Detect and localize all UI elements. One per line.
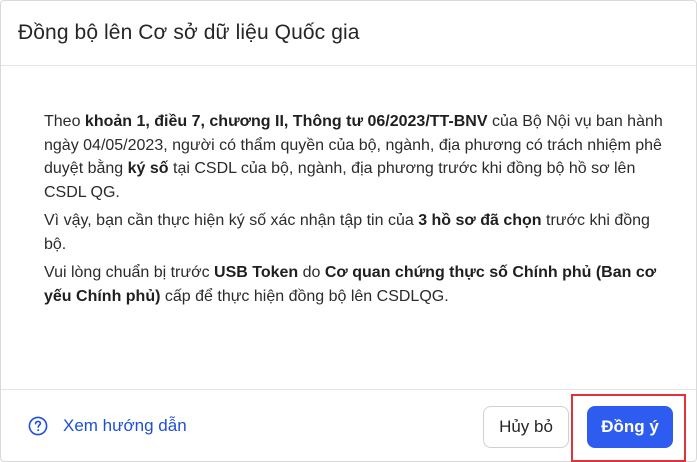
usb-token-term: USB Token [214,264,299,281]
help-guide-link[interactable]: Xem hướng dẫn [28,416,187,436]
help-circle-icon [28,416,48,436]
legal-reference: khoản 1, điều 7, chương II, Thông tư 06/… [84,113,488,130]
dialog-body: Theo khoản 1, điều 7, chương II, Thông t… [1,66,696,308]
selected-records-count: 3 hồ sơ đã chọn [418,212,542,229]
digital-signature-term: ký số [127,160,169,177]
text-span: do [298,264,325,281]
sync-dialog: Đồng bộ lên Cơ sở dữ liệu Quốc gia Theo … [0,0,697,462]
dialog-title: Đồng bộ lên Cơ sở dữ liệu Quốc gia [18,21,360,44]
cancel-button[interactable]: Hủy bỏ [483,406,569,448]
text-span: Vì vậy, bạn cần thực hiện ký số xác nhận… [44,212,419,229]
paragraph-legal-basis: Theo khoản 1, điều 7, chương II, Thông t… [44,110,680,204]
paragraph-preparation: Vui lòng chuẩn bị trước USB Token do Cơ … [44,261,676,308]
confirm-button[interactable]: Đồng ý [587,406,673,448]
text-span: Vui lòng chuẩn bị trước [44,264,215,281]
help-link-label[interactable]: Xem hướng dẫn [63,416,187,436]
text-span: cấp để thực hiện đồng bộ lên CSDLQG. [160,287,449,305]
dialog-footer: Xem hướng dẫn Hủy bỏ Đồng ý [1,389,696,462]
dialog-header: Đồng bộ lên Cơ sở dữ liệu Quốc gia [1,1,696,66]
paragraph-requirement: Vì vậy, bạn cần thực hiện ký số xác nhận… [44,209,676,256]
text-span: Theo [44,113,85,130]
